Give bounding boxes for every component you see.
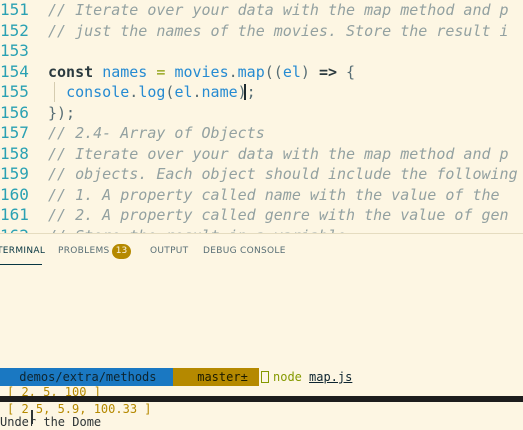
- code-line[interactable]: 151 // Iterate over your data with the ma…: [0, 0, 523, 20]
- code-line[interactable]: 162 // Store the result in a variable: [0, 226, 523, 234]
- code-token: =: [147, 62, 175, 81]
- line-number: 153: [0, 41, 29, 60]
- code-line[interactable]: 155 console.log(el.name);: [0, 82, 523, 102]
- code-text: // Store the result in a variable: [48, 226, 346, 234]
- code-line[interactable]: 160 // 1. A property called name with the…: [0, 185, 523, 205]
- code-token: const: [48, 62, 94, 81]
- code-text: console.log(el.name);: [48, 82, 256, 102]
- code-comment: // just the names of the movies. Store t…: [48, 21, 509, 40]
- code-token: names: [102, 62, 148, 81]
- bottom-edge: [0, 396, 523, 402]
- terminal-output-line: Under the Dome: [0, 415, 102, 429]
- code-token: .: [192, 83, 202, 101]
- editor-caret: [244, 84, 246, 100]
- code-text: // objects. Each object should include t…: [48, 164, 518, 184]
- code-token: );: [237, 83, 256, 101]
- line-number: 162: [0, 226, 29, 234]
- line-number: 151: [0, 0, 29, 19]
- code-text: const names = movies.map((el) => {: [48, 62, 355, 82]
- code-line[interactable]: 157 // 2.4- Array of Objects: [0, 123, 523, 143]
- code-token: movies: [174, 62, 229, 81]
- prompt-end-icon: [261, 371, 269, 383]
- code-text: });: [48, 103, 75, 123]
- line-number: 158: [0, 143, 29, 163]
- terminal-command: node: [273, 370, 302, 384]
- code-line[interactable]: 156});: [0, 103, 523, 123]
- bottom-panel: TERMINAL PROBLEMS 13 OUTPUT DEBUG CONSOL…: [0, 233, 523, 429]
- tab-problems[interactable]: PROBLEMS: [58, 246, 110, 256]
- code-comment: // Iterate over your data with the map m…: [48, 144, 509, 163]
- line-number: 155: [0, 82, 29, 101]
- code-token: .: [228, 62, 238, 81]
- code-comment: // 1. A property called name with the va…: [48, 185, 509, 204]
- code-text: // just the names of the movies. Store t…: [48, 21, 509, 41]
- line-number: 156: [0, 102, 29, 122]
- code-token: {: [337, 62, 356, 81]
- code-line[interactable]: 154 const names = movies.map((el) => {: [0, 62, 523, 82]
- code-token: map: [237, 62, 265, 81]
- line-number: 160: [0, 184, 29, 204]
- code-comment: // Iterate over your data with the map m…: [48, 1, 509, 19]
- code-editor[interactable]: 151 // Iterate over your data with the ma…: [0, 0, 523, 233]
- prompt-directory: demos/extra/methods: [12, 370, 157, 384]
- code-token: });: [48, 103, 76, 122]
- code-comment: // 2.4- Array of Objects: [48, 124, 265, 142]
- line-number: 154: [0, 61, 29, 81]
- code-text: // 2. A property called genre with the v…: [48, 205, 509, 225]
- code-text: // Iterate over your data with the map m…: [48, 0, 509, 20]
- code-comment: // 2. A property called genre with the v…: [48, 206, 509, 224]
- line-number: 159: [0, 164, 29, 183]
- code-token: log: [138, 83, 166, 101]
- code-text: // 2.4- Array of Objects: [48, 123, 265, 143]
- code-comment: // objects. Each object should include t…: [48, 165, 518, 183]
- line-number: 157: [0, 123, 29, 142]
- tab-debug-console[interactable]: DEBUG CONSOLE: [203, 246, 286, 256]
- code-token: =>: [318, 62, 337, 81]
- code-text: // Iterate over your data with the map m…: [48, 144, 509, 164]
- line-number: 152: [0, 20, 29, 40]
- panel-tabs: TERMINAL PROBLEMS 13 OUTPUT DEBUG CONSOL…: [0, 234, 523, 268]
- code-line[interactable]: 159 // objects. Each object should includ…: [0, 164, 523, 184]
- line-number: 161: [0, 205, 29, 224]
- code-line[interactable]: 152 // just the names of the movies. Stor…: [0, 21, 523, 41]
- code-token: el: [282, 62, 301, 81]
- code-line[interactable]: 161 // 2. A property called genre with th…: [0, 205, 523, 225]
- code-token: .: [129, 83, 139, 101]
- prompt-git-branch: master±: [190, 370, 248, 384]
- code-line[interactable]: 153: [0, 41, 523, 61]
- tab-output[interactable]: OUTPUT: [150, 246, 188, 256]
- code-token: name: [201, 83, 238, 101]
- problems-count-badge: 13: [112, 244, 131, 259]
- code-line[interactable]: 158 // Iterate over your data with the ma…: [0, 144, 523, 164]
- terminal-area[interactable]: demos/extra/methods master± node map.js …: [0, 268, 523, 429]
- terminal-command-file[interactable]: map.js: [309, 369, 352, 385]
- code-token: console: [66, 83, 130, 101]
- active-tab-indicator: [0, 264, 42, 265]
- code-text: // 1. A property called name with the va…: [48, 185, 509, 205]
- code-token: ): [300, 62, 319, 81]
- text-cursor-icon: [29, 410, 35, 424]
- code-token: ((: [264, 62, 283, 81]
- code-token: el: [174, 83, 193, 101]
- tab-terminal[interactable]: TERMINAL: [0, 246, 45, 256]
